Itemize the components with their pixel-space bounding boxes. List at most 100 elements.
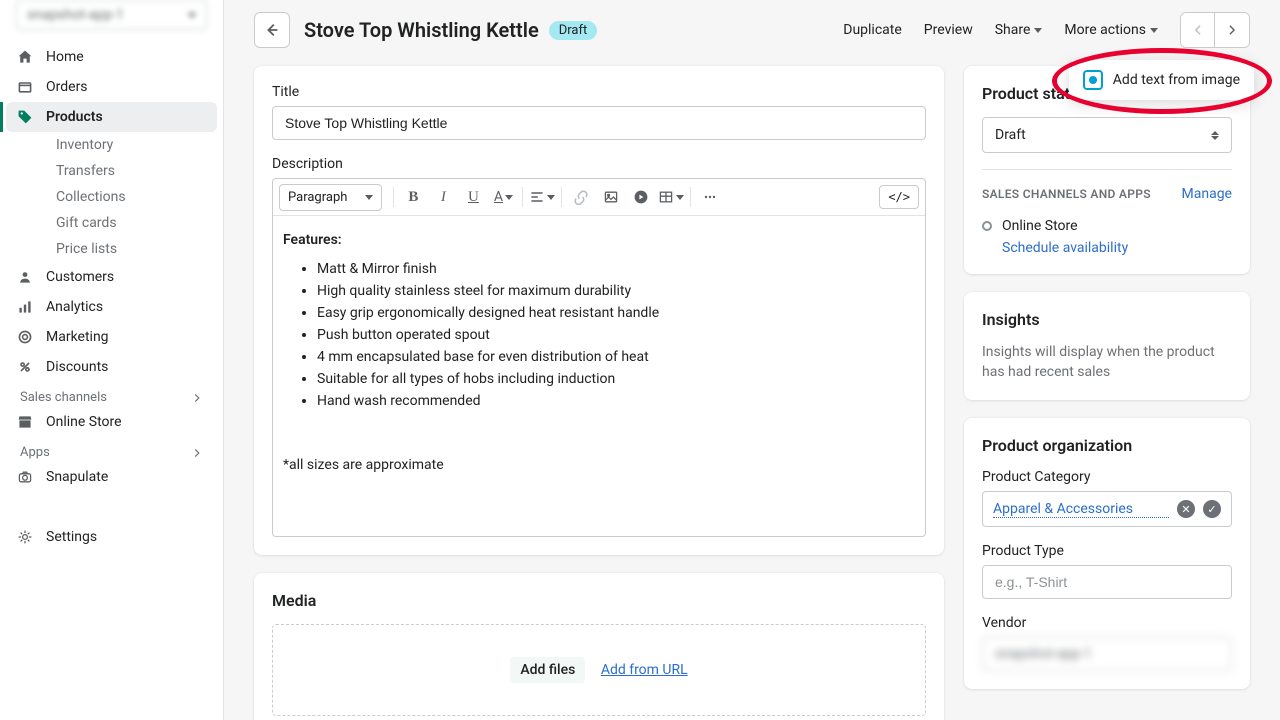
nav-products-label: Products — [46, 109, 103, 125]
editor-toolbar: Paragraph B I U A — [273, 179, 925, 216]
type-label: Product Type — [982, 543, 1232, 559]
category-label: Product Category — [982, 469, 1232, 485]
nav-discounts[interactable]: Discounts — [6, 352, 217, 382]
link-button[interactable] — [567, 183, 595, 211]
manage-channels-link[interactable]: Manage — [1182, 186, 1232, 202]
chevron-right-icon — [1225, 23, 1239, 37]
orders-icon — [16, 78, 34, 96]
store-icon — [16, 413, 34, 431]
organization-card: Product organization Product Category Ap… — [964, 418, 1250, 689]
home-icon — [16, 48, 34, 66]
nav-orders[interactable]: Orders — [6, 72, 217, 102]
nav-online-store[interactable]: Online Store — [6, 407, 217, 437]
organization-heading: Product organization — [982, 436, 1232, 455]
align-button[interactable] — [528, 183, 556, 211]
gear-icon — [16, 528, 34, 546]
nav-orders-label: Orders — [46, 79, 88, 95]
products-icon — [16, 108, 34, 126]
schedule-availability-link[interactable]: Schedule availability — [1002, 240, 1232, 256]
vendor-label: Vendor — [982, 615, 1232, 631]
add-text-from-image-item[interactable]: Add text from image — [1113, 72, 1240, 88]
status-select[interactable]: Draft — [982, 117, 1232, 153]
nav-home-label: Home — [46, 49, 84, 65]
editor-content[interactable]: Features: Matt & Mirror finish High qual… — [273, 216, 925, 536]
italic-button[interactable]: I — [429, 183, 457, 211]
status-dot-icon — [982, 221, 992, 231]
video-button[interactable] — [627, 183, 655, 211]
media-card: Media Add files Add from URL — [254, 573, 944, 720]
discounts-icon — [16, 358, 34, 376]
clear-icon[interactable]: ✕ — [1177, 500, 1195, 518]
table-button[interactable] — [657, 183, 685, 211]
vendor-input[interactable]: snapshot-app-1 — [982, 637, 1232, 671]
play-icon — [633, 189, 649, 205]
arrow-left-icon — [263, 21, 281, 39]
page-title: Stove Top Whistling Kettle Draft — [304, 18, 829, 42]
nav-marketing[interactable]: Marketing — [6, 322, 217, 352]
nav-price-lists[interactable]: Price lists — [46, 236, 217, 262]
duplicate-button[interactable]: Duplicate — [843, 22, 902, 38]
back-button[interactable] — [254, 12, 290, 48]
chevron-down-icon — [1034, 28, 1042, 33]
description-label: Description — [272, 156, 926, 172]
nav-gift-cards[interactable]: Gift cards — [46, 210, 217, 236]
text-color-button[interactable]: A — [489, 183, 517, 211]
marketing-icon — [16, 328, 34, 346]
nav-home[interactable]: Home — [6, 42, 217, 72]
sales-channels-label: SALES CHANNELS AND APPS — [982, 187, 1151, 201]
sales-channels-header[interactable]: Sales channels — [6, 382, 217, 407]
more-actions-dropdown: Add text from image — [1069, 60, 1254, 100]
category-input[interactable]: Apparel & Accessories ✕ ✓ — [982, 491, 1232, 527]
prev-product-button[interactable] — [1181, 13, 1215, 47]
category-value: Apparel & Accessories — [993, 501, 1169, 518]
insights-card: Insights Insights will display when the … — [964, 292, 1250, 400]
paragraph-style-select[interactable]: Paragraph — [279, 184, 382, 211]
image-button[interactable] — [597, 183, 625, 211]
preview-button[interactable]: Preview — [924, 22, 973, 38]
nav-collections[interactable]: Collections — [46, 184, 217, 210]
nav-inventory[interactable]: Inventory — [46, 132, 217, 158]
nav-customers[interactable]: Customers — [6, 262, 217, 292]
chevron-down-icon — [1150, 28, 1158, 33]
main-content: Stove Top Whistling Kettle Draft Duplica… — [224, 0, 1280, 720]
link-icon — [573, 189, 589, 205]
apps-header[interactable]: Apps — [6, 437, 217, 462]
select-caret-icon — [1211, 131, 1219, 140]
next-product-button[interactable] — [1215, 13, 1249, 47]
add-files-button[interactable]: Add files — [510, 657, 585, 683]
media-dropzone[interactable]: Add files Add from URL — [272, 624, 926, 716]
add-from-url-link[interactable]: Add from URL — [601, 662, 688, 678]
chevron-left-icon — [1191, 23, 1205, 37]
share-button[interactable]: Share — [995, 22, 1043, 38]
nav-products[interactable]: Products — [6, 102, 217, 132]
channel-name: Online Store — [1002, 218, 1078, 234]
insights-heading: Insights — [982, 310, 1232, 329]
more-actions-button[interactable]: More actions — [1064, 22, 1158, 38]
underline-button[interactable]: U — [459, 183, 487, 211]
bold-button[interactable]: B — [399, 183, 427, 211]
nav-analytics[interactable]: Analytics — [6, 292, 217, 322]
html-view-button[interactable]: </> — [879, 185, 919, 209]
camera-icon — [1083, 70, 1103, 90]
title-label: Title — [272, 84, 926, 100]
insights-text: Insights will display when the product h… — [982, 343, 1232, 382]
media-heading: Media — [272, 591, 926, 610]
type-input[interactable] — [982, 565, 1232, 599]
title-input[interactable] — [272, 106, 926, 140]
channel-row: Online Store — [982, 212, 1232, 240]
nav-app-snapulate[interactable]: Snapulate — [6, 462, 217, 492]
status-badge: Draft — [549, 21, 598, 40]
chevron-down-icon — [188, 13, 196, 18]
align-left-icon — [529, 189, 545, 205]
camera-icon — [16, 468, 34, 486]
chevron-down-icon — [365, 195, 373, 200]
store-selector[interactable]: snapshot-app-1 — [16, 0, 207, 30]
nav-settings[interactable]: Settings — [6, 522, 217, 552]
sidebar: snapshot-app-1 Home Orders Products Inve… — [0, 0, 224, 720]
table-icon — [658, 189, 674, 205]
nav-transfers[interactable]: Transfers — [46, 158, 217, 184]
more-formatting-button[interactable] — [696, 183, 724, 211]
description-editor: Paragraph B I U A — [272, 178, 926, 537]
check-icon[interactable]: ✓ — [1203, 500, 1221, 518]
customers-icon — [16, 268, 34, 286]
